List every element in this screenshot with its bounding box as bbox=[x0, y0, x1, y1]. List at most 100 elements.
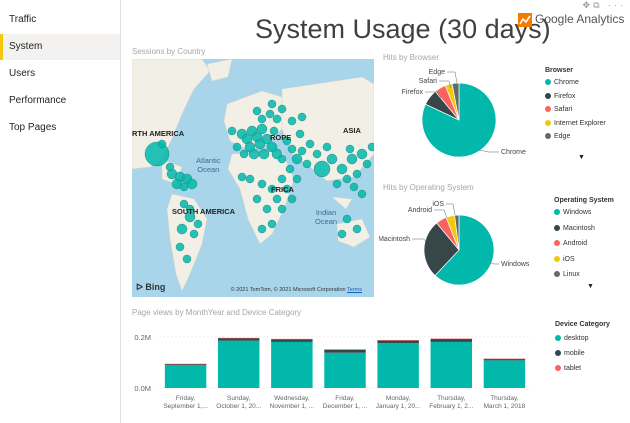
legend-item-edge[interactable]: Edge bbox=[545, 133, 570, 140]
map-bubble[interactable] bbox=[165, 162, 175, 172]
bar-desktop[interactable] bbox=[324, 352, 366, 388]
map-bubble[interactable] bbox=[291, 153, 303, 165]
sessions-map[interactable]: RTH AMERICA ROPE ASIA FRICA SOUTH AMERIC… bbox=[132, 59, 374, 297]
map-bubble[interactable] bbox=[342, 174, 352, 184]
map-bubble[interactable] bbox=[285, 164, 295, 174]
map-bubble[interactable] bbox=[256, 123, 268, 135]
map-bubble[interactable] bbox=[245, 174, 255, 184]
map-bubble[interactable] bbox=[349, 182, 359, 192]
legend-item-mobile[interactable]: mobile bbox=[555, 350, 585, 357]
map-bubble[interactable] bbox=[272, 194, 282, 204]
map-bubble[interactable] bbox=[227, 126, 237, 136]
pageviews-bar-chart[interactable]: 0.0M0.2MFriday,September 1,...Sunday,Oct… bbox=[121, 318, 541, 423]
bar-tablet[interactable] bbox=[164, 363, 207, 365]
map-bubble[interactable] bbox=[257, 224, 267, 234]
map-bubble[interactable] bbox=[237, 172, 247, 182]
map-bubble[interactable] bbox=[257, 179, 267, 189]
map-bubble[interactable] bbox=[312, 149, 322, 159]
bar-desktop[interactable] bbox=[377, 343, 419, 388]
bar-desktop[interactable] bbox=[217, 340, 260, 388]
legend-item-android[interactable]: Android bbox=[554, 240, 587, 247]
map-bubble[interactable] bbox=[322, 142, 332, 152]
browser-legend-more-icon[interactable]: ▼ bbox=[578, 154, 585, 161]
map-bubble[interactable] bbox=[346, 153, 358, 165]
map-bubble[interactable] bbox=[265, 109, 275, 119]
sidebar-item-traffic[interactable]: Traffic bbox=[0, 7, 120, 33]
map-bubble[interactable] bbox=[287, 116, 297, 126]
map-bubble[interactable] bbox=[267, 219, 277, 229]
bar-mobile[interactable] bbox=[217, 338, 260, 341]
map-bubble[interactable] bbox=[352, 224, 362, 234]
bar-mobile[interactable] bbox=[271, 339, 313, 342]
legend-item-macintosh[interactable]: Macintosh bbox=[554, 225, 595, 232]
map-bubble[interactable] bbox=[342, 214, 352, 224]
map-bubble[interactable] bbox=[193, 219, 203, 229]
map-bubble[interactable] bbox=[175, 242, 185, 252]
map-bubbles[interactable] bbox=[132, 59, 374, 297]
legend-item-linux[interactable]: Linux bbox=[554, 271, 580, 278]
map-bubble[interactable] bbox=[292, 174, 302, 184]
bar-tablet[interactable] bbox=[217, 337, 260, 339]
map-bubble[interactable] bbox=[262, 204, 272, 214]
legend-item-ios[interactable]: iOS bbox=[554, 256, 575, 263]
bar-desktop[interactable] bbox=[483, 360, 526, 388]
bar-mobile[interactable] bbox=[324, 349, 366, 353]
map-bubble[interactable] bbox=[186, 178, 198, 190]
map-bubble[interactable] bbox=[297, 112, 307, 122]
map-bubble[interactable] bbox=[272, 114, 282, 124]
sidebar-item-system[interactable]: System bbox=[0, 34, 120, 60]
map-bubble[interactable] bbox=[157, 139, 167, 149]
map-bubble[interactable] bbox=[356, 148, 368, 160]
map-bubble[interactable] bbox=[357, 189, 367, 199]
map-bubble[interactable] bbox=[295, 129, 305, 139]
map-bubble[interactable] bbox=[182, 254, 192, 264]
os-legend-more-icon[interactable]: ▼ bbox=[587, 283, 594, 290]
map-bubble[interactable] bbox=[332, 179, 342, 189]
bar-tablet[interactable] bbox=[483, 358, 526, 360]
map-bubble[interactable] bbox=[352, 169, 362, 179]
map-bubble[interactable] bbox=[297, 146, 307, 156]
sidebar-item-top-pages[interactable]: Top Pages bbox=[0, 115, 120, 141]
sidebar-item-performance[interactable]: Performance bbox=[0, 88, 120, 114]
legend-item-safari[interactable]: Safari bbox=[545, 106, 572, 113]
map-bubble[interactable] bbox=[252, 194, 262, 204]
legend-item-internet-explorer[interactable]: Internet Explorer bbox=[545, 120, 606, 127]
map-bubble[interactable] bbox=[287, 194, 297, 204]
map-bubble[interactable] bbox=[305, 139, 315, 149]
map-bubble[interactable] bbox=[313, 160, 331, 178]
bar-desktop[interactable] bbox=[430, 341, 473, 388]
map-bubble[interactable] bbox=[239, 149, 249, 159]
legend-item-desktop[interactable]: desktop bbox=[555, 335, 589, 342]
os-pie-chart[interactable]: iOSAndroid Macintosh Windows bbox=[379, 190, 549, 310]
map-bubble[interactable] bbox=[189, 229, 199, 239]
map-bubble[interactable] bbox=[302, 159, 312, 169]
browser-pie-chart[interactable]: Edge Safari Firefox Chrome bbox=[379, 62, 549, 182]
bar-desktop[interactable] bbox=[271, 341, 313, 388]
map-bubble[interactable] bbox=[277, 174, 287, 184]
map-bubble[interactable] bbox=[367, 142, 374, 152]
sidebar-item-users[interactable]: Users bbox=[0, 61, 120, 87]
map-bubble[interactable] bbox=[277, 204, 287, 214]
map-bubble[interactable] bbox=[277, 154, 287, 164]
bar-tablet[interactable] bbox=[430, 338, 473, 340]
terms-link[interactable]: Terms bbox=[347, 287, 362, 293]
bar-tablet[interactable] bbox=[324, 349, 366, 350]
legend-item-windows[interactable]: Windows bbox=[554, 209, 591, 216]
map-bubble[interactable] bbox=[326, 153, 338, 165]
legend-item-chrome[interactable]: Chrome bbox=[545, 79, 579, 86]
map-bubble[interactable] bbox=[176, 223, 188, 235]
visual-header-icons[interactable]: ✥⧉ ··· bbox=[583, 0, 626, 11]
map-bubble[interactable] bbox=[345, 144, 355, 154]
map-bubble[interactable] bbox=[257, 114, 267, 124]
map-bubble[interactable] bbox=[277, 104, 287, 114]
bar-mobile[interactable] bbox=[430, 338, 473, 342]
map-bubble[interactable] bbox=[287, 144, 297, 154]
map-bubble[interactable] bbox=[267, 99, 277, 109]
map-bubble[interactable] bbox=[336, 163, 348, 175]
map-bubble[interactable] bbox=[337, 229, 347, 239]
map-bubble[interactable] bbox=[232, 142, 242, 152]
bar-tablet[interactable] bbox=[271, 338, 313, 340]
bar-desktop[interactable] bbox=[164, 364, 207, 388]
map-bubble[interactable] bbox=[362, 159, 372, 169]
map-bubble[interactable] bbox=[248, 148, 260, 160]
